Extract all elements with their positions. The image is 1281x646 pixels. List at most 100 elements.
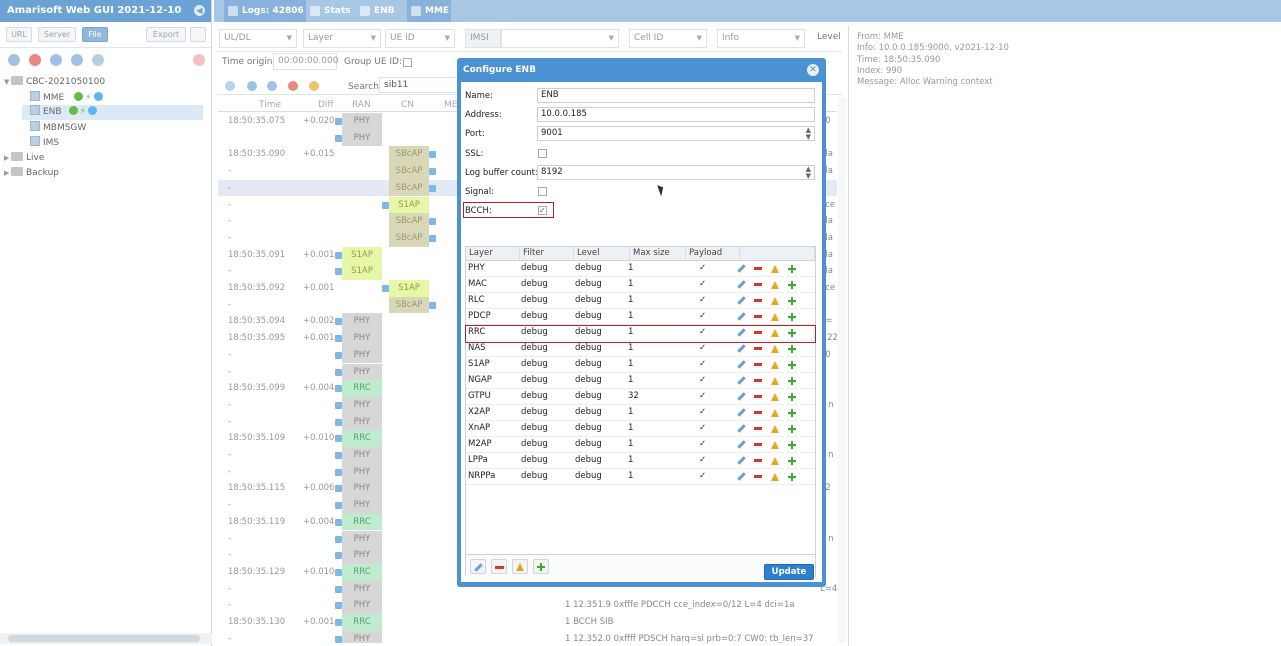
warning-all-button[interactable] (512, 559, 528, 574)
payload-checkbox[interactable]: ✓ (699, 469, 706, 484)
warning-icon[interactable] (771, 297, 779, 305)
layer-row[interactable]: MAC debug debug 1 ✓ (466, 277, 815, 293)
edit-all-button[interactable] (470, 559, 486, 574)
layer-row[interactable]: NGAP debug debug 1 ✓ (466, 373, 815, 389)
bcch-checkbox[interactable]: ✓ (538, 206, 547, 215)
plus-icon[interactable] (788, 297, 796, 305)
wrench-icon[interactable] (737, 296, 746, 305)
cellid-select[interactable]: Cell ID ▼ (629, 29, 707, 48)
plus-icon[interactable] (788, 473, 796, 481)
tree-node-live[interactable]: ▶ Live (4, 152, 44, 167)
payload-checkbox[interactable]: ✓ (699, 341, 706, 356)
minus-icon[interactable] (754, 411, 762, 414)
plus-icon[interactable] (788, 377, 796, 385)
wrench-icon[interactable] (737, 408, 746, 417)
error-icon[interactable] (288, 81, 298, 91)
tree-node-cbc[interactable]: ▼ CBC-2021050100 (4, 76, 105, 91)
warning-icon[interactable] (771, 457, 779, 465)
wrench-icon[interactable] (737, 456, 746, 465)
stop-icon[interactable] (29, 54, 41, 66)
ssl-checkbox[interactable] (538, 149, 547, 158)
wrench-icon[interactable] (737, 472, 746, 481)
col-ran[interactable]: RAN (352, 100, 371, 110)
layer-row[interactable]: RLC debug debug 1 ✓ (466, 293, 815, 309)
stepper-arrows-icon[interactable]: ▲ ▼ (806, 166, 811, 180)
minus-icon[interactable] (754, 283, 762, 286)
col-diff[interactable]: Diff (318, 100, 334, 110)
layer-row[interactable]: PHY debug debug 1 ✓ (466, 261, 815, 277)
warning-icon[interactable] (771, 441, 779, 449)
warning-icon[interactable] (771, 265, 779, 273)
remove-all-button[interactable] (491, 559, 507, 574)
logbuf-stepper[interactable]: 8192 ▲ ▼ (537, 165, 815, 180)
warning-icon[interactable] (309, 81, 319, 91)
payload-checkbox[interactable]: ✓ (699, 293, 706, 308)
pause-icon[interactable] (71, 54, 83, 66)
scrollbar-thumb[interactable] (8, 635, 200, 642)
search-input[interactable]: sib11 (379, 77, 459, 93)
plus-icon[interactable] (788, 345, 796, 353)
minus-icon[interactable] (754, 395, 762, 398)
tree-node-backup[interactable]: ▶ Backup (4, 167, 59, 182)
ueid-select[interactable]: UE ID ▼ (385, 29, 455, 48)
warning-icon[interactable] (771, 377, 779, 385)
plus-icon[interactable] (788, 393, 796, 401)
update-button[interactable]: Update (764, 564, 814, 580)
minus-icon[interactable] (754, 379, 762, 382)
wrench-icon[interactable] (737, 344, 746, 353)
address-field[interactable]: 10.0.0.185 (537, 107, 815, 122)
plus-icon[interactable] (788, 457, 796, 465)
layer-row[interactable]: S1AP debug debug 1 ✓ (466, 357, 815, 373)
tree-node-mbmsgw[interactable]: MBMSGW (30, 121, 86, 136)
plus-icon[interactable] (788, 281, 796, 289)
tree-node-mme[interactable]: MME ⚡ (30, 91, 103, 106)
col-me[interactable]: ME (444, 100, 457, 110)
wrench-icon[interactable] (737, 312, 746, 321)
payload-checkbox[interactable]: ✓ (699, 309, 706, 324)
copy-icon[interactable] (50, 54, 62, 66)
vertical-scrollbar[interactable] (838, 98, 846, 643)
table-row[interactable]: 18:50:35.130 +0.001 RRC 1 BCCH SIB (218, 614, 837, 631)
time-origin-input[interactable]: 00:00:00.000 (273, 53, 338, 70)
tab-stats[interactable]: Stats (306, 0, 351, 22)
payload-checkbox[interactable]: ✓ (699, 357, 706, 372)
payload-checkbox[interactable]: ✓ (699, 453, 706, 468)
minus-icon[interactable] (754, 299, 762, 302)
table-row[interactable]: - PHY 1 12.351.9 0xfffe PDCCH cce_index=0/… (218, 597, 837, 614)
minus-icon[interactable] (754, 443, 762, 446)
col-payload[interactable]: Payload (686, 247, 740, 261)
info-select[interactable]: Info ▼ (717, 29, 805, 48)
warning-icon[interactable] (771, 281, 779, 289)
layer-row[interactable]: GTPU debug debug 32 ✓ (466, 389, 815, 405)
layer-row[interactable]: X2AP debug debug 1 ✓ (466, 405, 815, 421)
plus-icon[interactable] (788, 265, 796, 273)
wrench-icon[interactable] (737, 280, 746, 289)
wrench-icon[interactable] (737, 440, 746, 449)
col-filter[interactable]: Filter (520, 247, 574, 261)
warning-icon[interactable] (771, 313, 779, 321)
wrench-icon[interactable] (737, 392, 746, 401)
config-icon[interactable] (93, 92, 103, 101)
minus-icon[interactable] (754, 267, 762, 270)
signal-checkbox[interactable] (538, 187, 547, 196)
minus-icon[interactable] (754, 459, 762, 462)
server-button[interactable]: Server (38, 27, 76, 42)
plus-icon[interactable] (788, 361, 796, 369)
collapse-icon[interactable]: ◀ (194, 5, 205, 16)
dialog-close-icon[interactable]: ✕ (807, 64, 819, 76)
layer-row[interactable]: NRPPa debug debug 1 ✓ (466, 469, 815, 485)
file-button[interactable]: File (82, 27, 108, 42)
export-button[interactable]: Export (146, 27, 186, 42)
wrench-icon[interactable] (8, 54, 20, 66)
payload-checkbox[interactable]: ✓ (699, 277, 706, 292)
payload-checkbox[interactable]: ✓ (699, 421, 706, 436)
tab-mme[interactable]: MME (407, 0, 451, 22)
plus-icon[interactable] (788, 409, 796, 417)
payload-checkbox[interactable]: ✓ (699, 389, 706, 404)
wrench-icon[interactable] (737, 264, 746, 273)
warning-icon[interactable] (771, 425, 779, 433)
layer-row[interactable]: LPPa debug debug 1 ✓ (466, 453, 815, 469)
tab-logs[interactable]: Logs: 42806 (224, 0, 306, 22)
warning-icon[interactable] (771, 473, 779, 481)
tree-node-enb[interactable]: ENB ⚡ (22, 105, 203, 120)
